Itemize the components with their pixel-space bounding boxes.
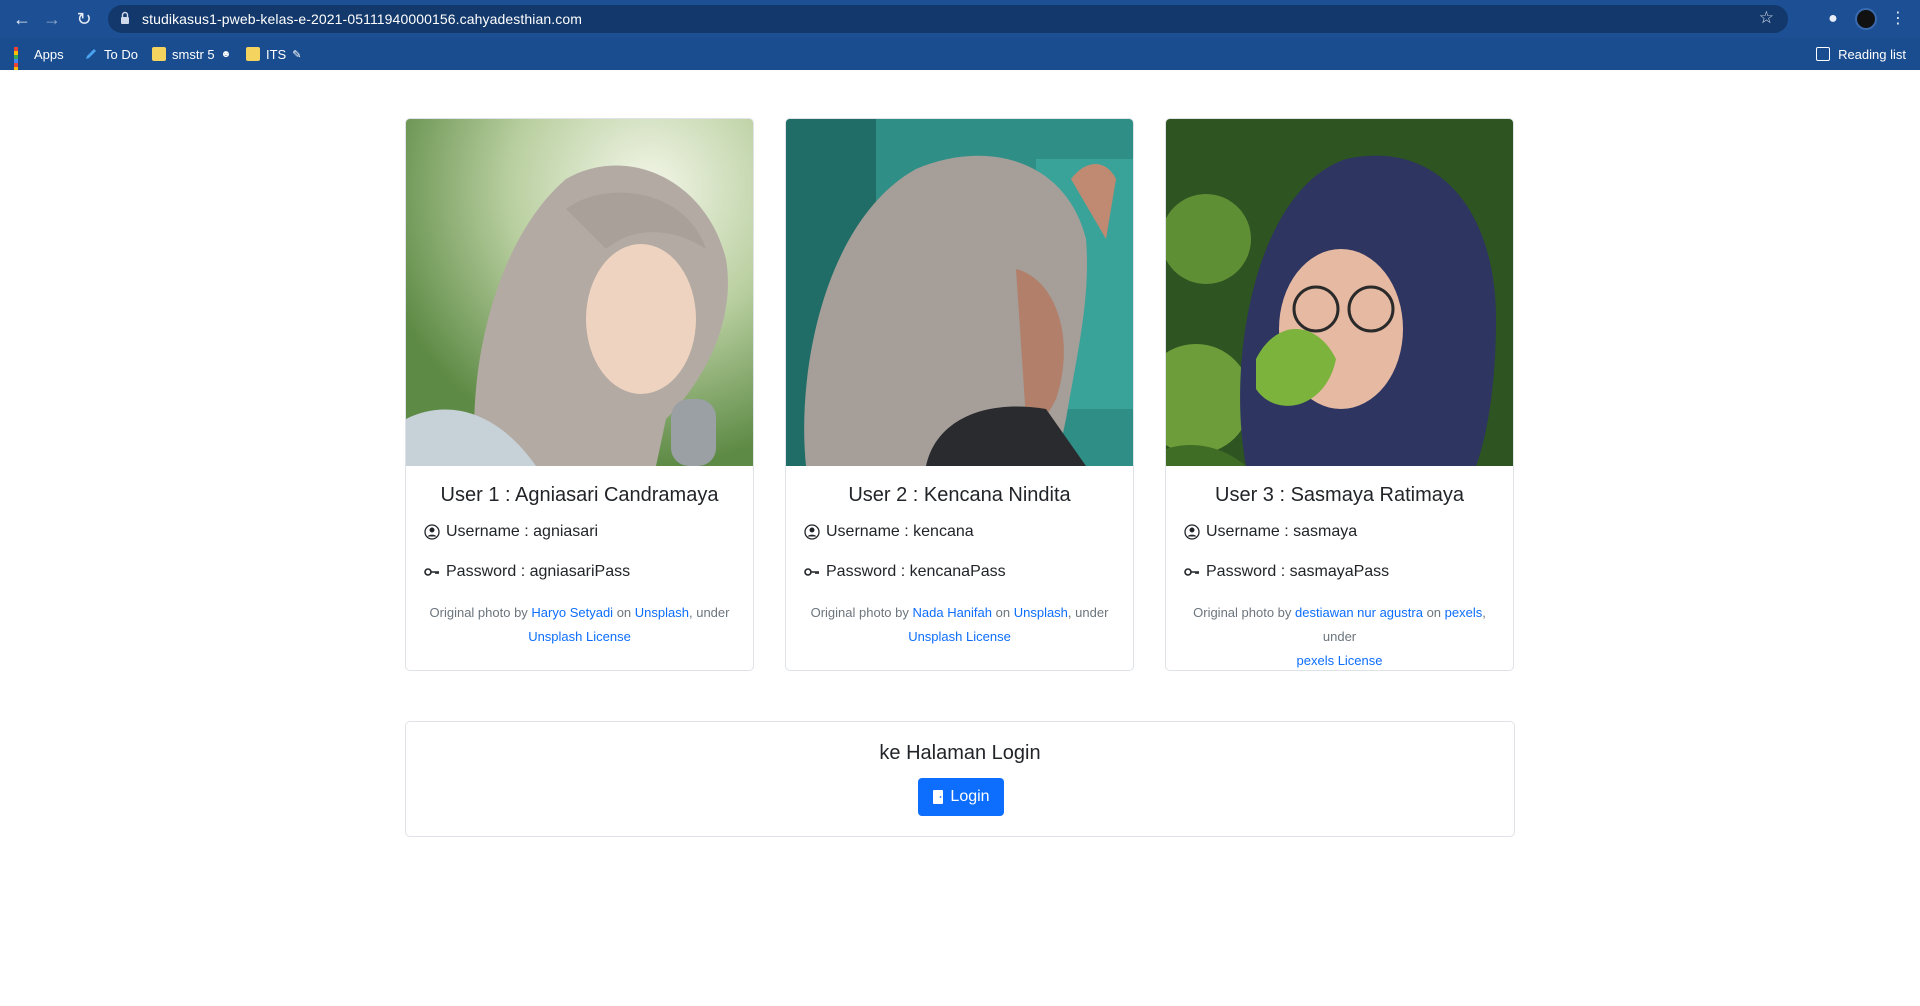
emoji-icon: ☻ [220, 48, 232, 60]
apps-grid-icon [14, 47, 28, 83]
username-row: Username : kencana [804, 521, 1115, 543]
bookmarks-bar: Apps To Do smstr 5 ☻ ITS ✎ Reading list [0, 38, 1920, 83]
reading-list-label: Reading list [1838, 46, 1906, 62]
profile-avatar[interactable] [1855, 8, 1877, 30]
license-link[interactable]: pexels License [1297, 653, 1383, 668]
source-link[interactable]: Unsplash [1014, 605, 1068, 620]
bookmark-label: ITS [266, 46, 287, 62]
bookmark-smstr5[interactable]: smstr 5 ☻ [152, 44, 231, 64]
reading-list[interactable]: Reading list [1816, 44, 1906, 64]
door-icon [933, 790, 944, 804]
user-cards: User 1 : Agniasari Candramaya Username :… [405, 118, 1515, 671]
user-name: User 3 : Sasmaya Ratimaya [1215, 484, 1464, 506]
bookmark-its[interactable]: ITS ✎ [246, 44, 301, 64]
user-name: User 1 : Agniasari Candramaya [440, 484, 719, 506]
reload-icon[interactable]: ↻ [72, 7, 96, 31]
source-link[interactable]: Unsplash [635, 605, 689, 620]
photographer-link[interactable]: destiawan nur agustra [1295, 605, 1423, 620]
key-icon [1184, 568, 1199, 576]
browser-toolbar: ← → ↻ studikasus1-pweb-kelas-e-2021-0511… [0, 0, 1920, 38]
user-photo [1166, 119, 1513, 466]
photo-credit: Original photo by destiawan nur agustra … [1193, 605, 1486, 668]
password-row: Password : agniasariPass [424, 561, 735, 583]
license-link[interactable]: Unsplash License [908, 629, 1011, 644]
pencil-icon [86, 49, 96, 59]
bookmark-label: To Do [104, 46, 138, 62]
user-circle-icon [1184, 524, 1200, 540]
extensions-icon[interactable]: ● [1822, 8, 1844, 30]
folder-icon [152, 47, 166, 61]
user-circle-icon [804, 524, 820, 540]
password-text: Password : kencanaPass [826, 563, 1006, 580]
menu-icon[interactable]: ⋮ [1890, 8, 1906, 30]
back-icon[interactable]: ← [10, 7, 34, 31]
lock-icon [121, 11, 129, 24]
forward-icon[interactable]: → [40, 7, 64, 31]
login-panel: ke Halaman Login Login [405, 721, 1515, 837]
source-link[interactable]: pexels [1445, 605, 1483, 620]
pen-icon: ✎ [292, 48, 302, 61]
photo-credit: Original photo by Haryo Setyadi on Unspl… [429, 605, 730, 644]
url-text: studikasus1-pweb-kelas-e-2021-0511194000… [142, 11, 582, 27]
username-text: Username : sasmaya [1206, 523, 1358, 540]
photographer-link[interactable]: Haryo Setyadi [531, 605, 613, 620]
key-icon [804, 568, 819, 576]
login-button-label: Login [950, 788, 990, 805]
bookmark-apps[interactable]: Apps [14, 44, 64, 83]
browser-chrome: ← → ↻ studikasus1-pweb-kelas-e-2021-0511… [0, 0, 1920, 83]
bookmark-label: smstr 5 [172, 46, 215, 62]
user-name: User 2 : Kencana Nindita [848, 484, 1071, 506]
bookmark-label: Apps [34, 46, 64, 62]
user-card: User 3 : Sasmaya Ratimaya Username : sas… [1165, 118, 1514, 671]
username-text: Username : agniasari [446, 523, 599, 540]
reading-list-icon [1816, 47, 1831, 61]
user-photo [786, 119, 1133, 466]
password-row: Password : sasmayaPass [1184, 561, 1495, 583]
login-heading: ke Halaman Login [879, 742, 1041, 764]
username-text: Username : kencana [826, 523, 974, 540]
username-row: Username : sasmaya [1184, 521, 1495, 543]
login-button[interactable]: Login [918, 778, 1004, 816]
password-row: Password : kencanaPass [804, 561, 1115, 583]
key-icon [424, 568, 439, 576]
password-text: Password : agniasariPass [446, 563, 631, 580]
license-link[interactable]: Unsplash License [528, 629, 631, 644]
username-row: Username : agniasari [424, 521, 735, 543]
folder-icon [246, 47, 260, 61]
photo-credit: Original photo by Nada Hanifah on Unspla… [810, 605, 1109, 644]
page-content: User 1 : Agniasari Candramaya Username :… [0, 70, 1920, 1006]
photographer-link[interactable]: Nada Hanifah [913, 605, 993, 620]
bookmark-star-icon[interactable]: ☆ [1759, 8, 1774, 28]
user-circle-icon [424, 524, 440, 540]
password-text: Password : sasmayaPass [1206, 563, 1390, 580]
bookmark-todo[interactable]: To Do [84, 44, 138, 64]
user-card: User 2 : Kencana Nindita Username : kenc… [785, 118, 1134, 671]
address-bar[interactable]: studikasus1-pweb-kelas-e-2021-0511194000… [108, 5, 1788, 33]
user-photo [406, 119, 753, 466]
user-card: User 1 : Agniasari Candramaya Username :… [405, 118, 754, 671]
